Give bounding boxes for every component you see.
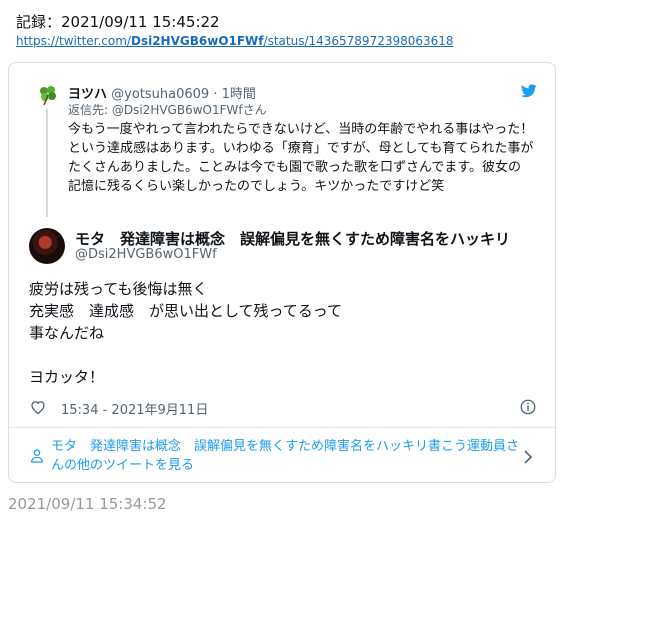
url-user: Dsi2HVGB6wO1FWf [130, 34, 264, 48]
reply-time[interactable]: 1時間 [222, 87, 256, 102]
tweet-line: 充実感 達成感 が思い出として残ってるって [29, 302, 343, 320]
more-tweets-label: モタ 発達障害は概念 誤解偏見を無くすため障害名をハッキリ書こう運動員さんの他の… [51, 439, 520, 473]
replying-to[interactable]: 返信先: @Dsi2HVGB6wO1FWfさん [68, 101, 267, 118]
twitter-bird-icon[interactable] [521, 84, 537, 98]
info-icon[interactable] [519, 398, 537, 416]
reply-tweet-header: ヨツハ @yotsuha0609 · 1時間 [68, 83, 256, 102]
tweet-timestamp[interactable]: 15:34 - 2021年9月11日 [61, 399, 208, 418]
main-tweet-text: 疲労は残っても後悔は無く 充実感 達成感 が思い出として残ってるって 事なんだね… [29, 278, 539, 388]
tweet-line [29, 344, 539, 366]
tweet-line: ヨカッタ！ [29, 368, 105, 386]
reply-author-handle[interactable]: @yotsuha0609 [111, 87, 209, 102]
time-separator: · [209, 87, 222, 102]
chevron-right-icon [524, 450, 533, 464]
reply-author-name[interactable]: ヨツハ [68, 87, 107, 102]
footer-timestamp: 2021/09/11 15:34:52 [8, 495, 167, 513]
record-timestamp: 記録：2021/09/11 15:45:22 [16, 13, 220, 31]
heart-icon[interactable] [29, 398, 47, 416]
url-suffix: /status/1436578972398063618 [263, 34, 454, 48]
tweet-line: 疲労は残っても後悔は無く [29, 280, 208, 298]
clover-avatar-icon[interactable] [38, 84, 58, 106]
url-prefix: https://twitter.com/ [16, 34, 131, 48]
tweet-embed-card: ヨツハ @yotsuha0609 · 1時間 返信先: @Dsi2HVGB6wO… [8, 62, 556, 483]
reply-tweet-text: 今もう一度やれって言われたらできないけど、当時の年齢でやれる事はやった！という達… [68, 122, 534, 194]
main-author-avatar[interactable] [29, 228, 65, 264]
tweet-url-link[interactable]: https://twitter.com/Dsi2HVGB6wO1FWf/stat… [16, 34, 454, 48]
main-author-handle[interactable]: @Dsi2HVGB6wO1FWf [75, 247, 217, 262]
person-icon [31, 449, 43, 463]
main-author-name[interactable]: モタ 発達障害は概念 誤解偏見を無くすため障害名をハッキリ [75, 228, 510, 249]
tweet-line: 事なんだね [29, 324, 105, 342]
more-tweets-link[interactable]: モタ 発達障害は概念 誤解偏見を無くすため障害名をハッキリ書こう運動員さんの他の… [9, 428, 555, 484]
thread-line [46, 109, 48, 217]
